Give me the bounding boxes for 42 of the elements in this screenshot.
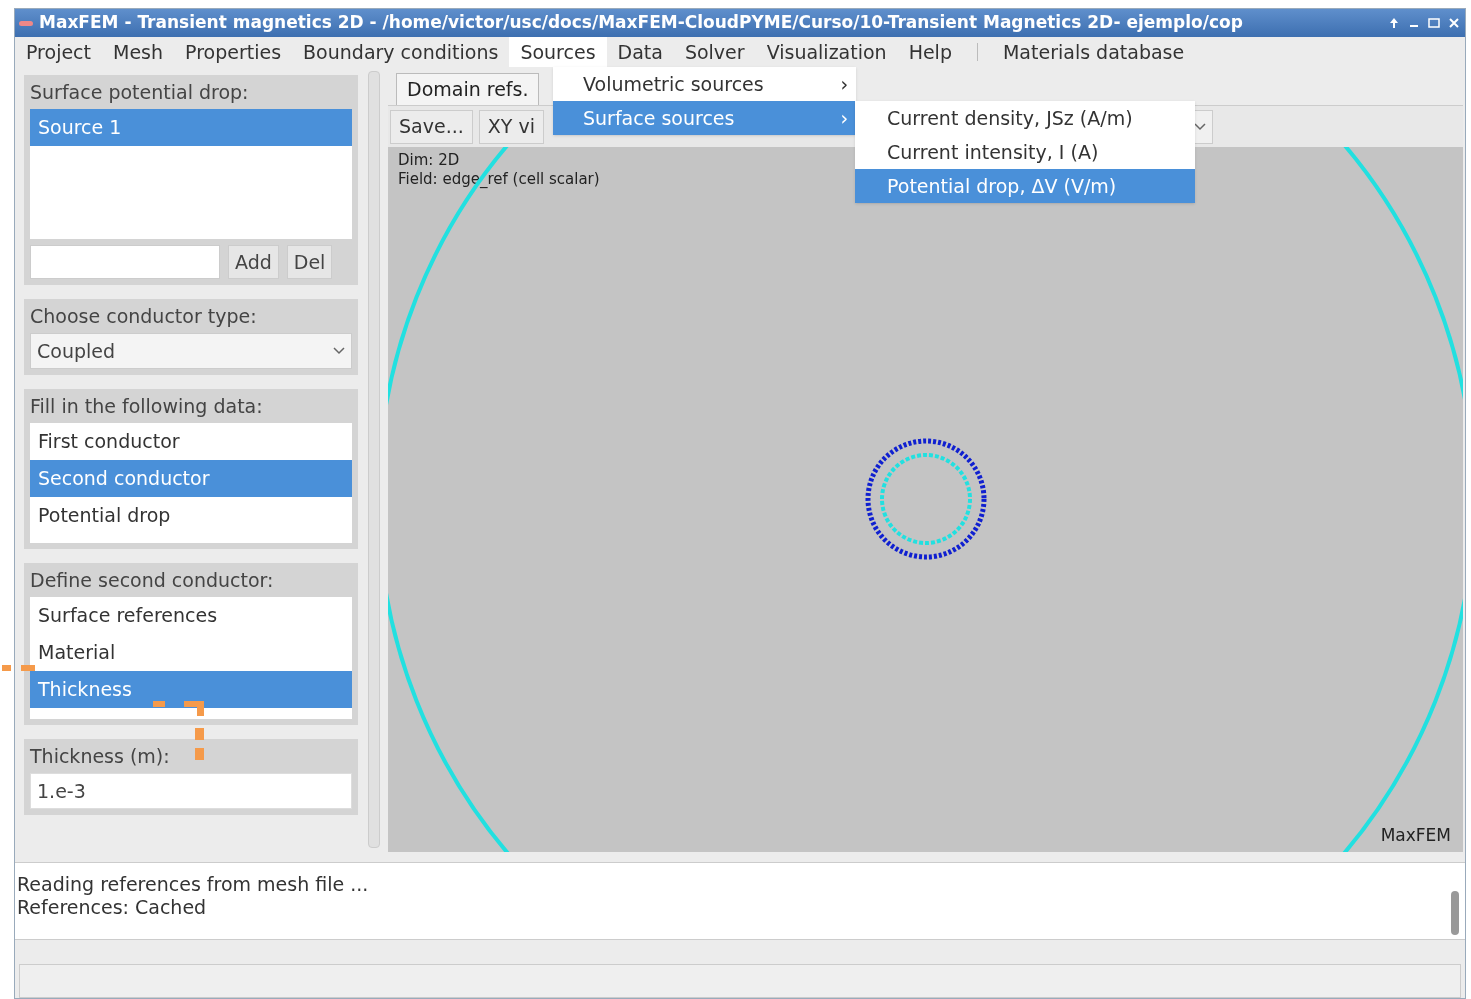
menu-item[interactable]: Project: [15, 37, 102, 67]
menu-item[interactable]: Help: [897, 37, 963, 67]
group-title: Fill in the following data:: [30, 394, 264, 419]
list-item[interactable]: Surface references: [30, 597, 352, 634]
menu-item[interactable]: Data: [606, 37, 674, 67]
splitter-handle[interactable]: [368, 71, 380, 848]
list-item[interactable]: First conductor: [30, 423, 352, 460]
toolbar-button[interactable]: XY vi: [478, 109, 544, 144]
toolbar-button[interactable]: Save...: [390, 109, 473, 144]
list-action-button[interactable]: Del: [286, 245, 333, 279]
watermark-text: MaxFEM: [1380, 823, 1451, 847]
scrollbar-thumb[interactable]: [1451, 891, 1459, 935]
plot-info-text: Dim: 2D: [398, 151, 461, 170]
menu-item[interactable]: Solver: [673, 37, 756, 67]
conductor-type-dropdown[interactable]: Coupled: [30, 333, 352, 369]
log-line: Reading references from mesh file ...: [17, 873, 369, 896]
group-title: Thickness (m):: [30, 744, 171, 769]
menu-item[interactable]: Visualization: [755, 37, 898, 67]
menu-entry[interactable]: Current density, JSz (A/m): [855, 101, 1195, 135]
close-icon[interactable]: [1447, 16, 1461, 30]
viewer-tab[interactable]: Domain refs.: [396, 73, 540, 105]
menu-item[interactable]: Materials database: [991, 37, 1196, 67]
group-title: Surface potential drop:: [30, 80, 250, 105]
list-item[interactable]: Potential drop: [30, 497, 352, 534]
caret-icon: [1194, 122, 1206, 131]
menu-item[interactable]: Boundary conditions: [292, 37, 510, 67]
group-title: Choose conductor type:: [30, 304, 258, 329]
group-title: Define second conductor:: [30, 568, 275, 593]
restore-icon[interactable]: [1427, 16, 1441, 30]
menu-entry[interactable]: Current intensity, I (A): [855, 135, 1195, 169]
source-name-field[interactable]: [30, 245, 220, 279]
list-action-button[interactable]: Add: [228, 245, 279, 279]
menu-item[interactable]: Sources: [509, 37, 607, 67]
menu-entry[interactable]: Volumetric sources ›: [553, 67, 856, 101]
caret-icon: [333, 347, 345, 355]
app-icon: [19, 20, 33, 26]
menu-item[interactable]: Mesh: [102, 37, 175, 67]
window-title: MaxFEM - Transient magnetics 2D - /home/victor/usc/docs/MaxFEM-CloudPYME/Curso/10-Transient Magnetics 2D- ejemplo/cop: [39, 11, 1244, 35]
log-line: References: Cached: [17, 896, 207, 919]
list-item[interactable]: Material: [30, 634, 352, 671]
menu-item[interactable]: Properties: [174, 37, 293, 67]
thickness-field[interactable]: 1.e-3: [30, 773, 352, 809]
